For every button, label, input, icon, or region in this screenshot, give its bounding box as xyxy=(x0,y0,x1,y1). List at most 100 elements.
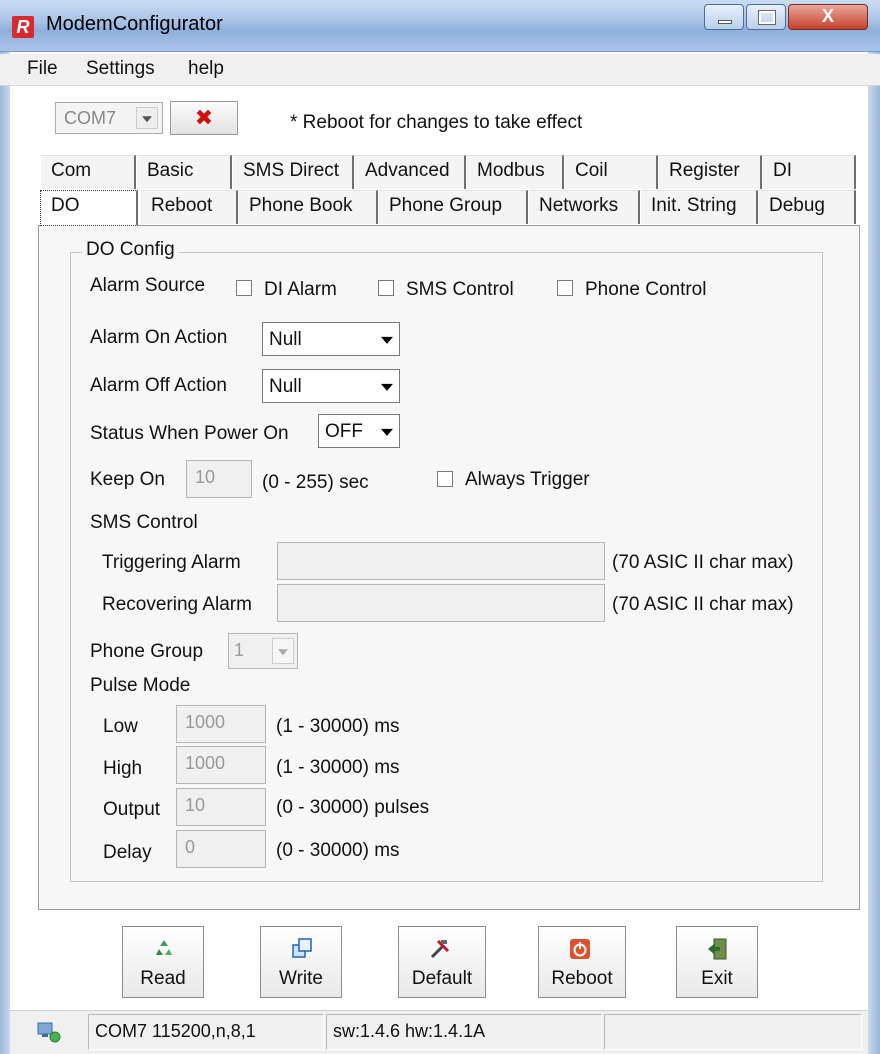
phone-group-select[interactable]: 1 xyxy=(228,633,298,669)
pulse-delay-range: (0 - 30000) ms xyxy=(276,840,400,861)
tools-icon xyxy=(430,939,450,959)
tab-reboot[interactable]: Reboot xyxy=(140,190,238,224)
pulse-low-label: Low xyxy=(103,716,138,737)
pulse-high-input[interactable]: 1000 xyxy=(176,746,266,784)
read-label: Read xyxy=(140,968,186,989)
recovering-alarm-label: Recovering Alarm xyxy=(102,594,252,615)
default-label: Default xyxy=(411,968,473,989)
tab-advanced[interactable]: Advanced xyxy=(354,155,466,189)
window-title: ModemConfigurator xyxy=(46,13,223,35)
disconnect-button[interactable]: ✖ xyxy=(170,101,238,135)
phone-control-label: Phone Control xyxy=(585,279,707,300)
app-logo-icon: R xyxy=(12,16,34,38)
pulse-high-value: 1000 xyxy=(185,753,226,773)
close-icon: X xyxy=(821,6,834,26)
tab-sms-direct[interactable]: SMS Direct xyxy=(232,155,354,189)
power-icon xyxy=(570,939,590,959)
triggering-alarm-input[interactable] xyxy=(277,542,605,580)
pulse-output-label: Output xyxy=(103,799,161,820)
recovering-alarm-input[interactable] xyxy=(277,584,605,622)
chevron-down-icon xyxy=(377,326,397,352)
pulse-low-value: 1000 xyxy=(185,712,226,732)
minimize-button[interactable] xyxy=(704,4,744,30)
sms-control-checkbox[interactable] xyxy=(378,280,394,296)
keep-on-label: Keep On xyxy=(90,469,165,490)
pulse-output-value: 10 xyxy=(185,795,206,815)
phone-group-label: Phone Group xyxy=(90,641,204,662)
tab-modbus[interactable]: Modbus xyxy=(466,155,564,189)
com-port-value: COM7 xyxy=(64,108,117,128)
pulse-high-label: High xyxy=(103,758,143,779)
close-icon: ✖ xyxy=(194,105,214,130)
extra-status xyxy=(604,1014,862,1050)
minimize-icon xyxy=(718,20,732,24)
pulse-low-range: (1 - 30000) ms xyxy=(276,716,400,737)
tab-di[interactable]: DI xyxy=(762,155,856,189)
tab-coil[interactable]: Coil xyxy=(564,155,658,189)
menu-settings[interactable]: Settings xyxy=(86,58,155,80)
di-alarm-label: DI Alarm xyxy=(264,279,337,300)
triggering-alarm-hint: (70 ASIC II char max) xyxy=(612,552,794,573)
exit-button[interactable]: Exit xyxy=(676,926,758,998)
recycle-icon xyxy=(156,940,172,955)
recovering-alarm-hint: (70 ASIC II char max) xyxy=(612,594,794,615)
pulse-mode-label: Pulse Mode xyxy=(90,675,191,696)
menu-help[interactable]: help xyxy=(188,58,224,80)
exit-label: Exit xyxy=(701,968,733,989)
reboot-button[interactable]: Reboot xyxy=(538,926,626,998)
alarm-on-action-value: Null xyxy=(269,329,302,350)
alarm-off-action-select[interactable]: Null xyxy=(262,369,400,403)
pulse-output-input[interactable]: 10 xyxy=(176,788,266,826)
status-power-on-value: OFF xyxy=(325,421,363,442)
tab-debug[interactable]: Debug xyxy=(758,190,856,224)
keep-on-value: 10 xyxy=(195,467,216,487)
triggering-alarm-label: Triggering Alarm xyxy=(102,552,241,573)
read-button[interactable]: Read xyxy=(122,926,204,998)
pulse-high-range: (1 - 30000) ms xyxy=(276,757,400,778)
connection-status: COM7 115200,n,8,1 xyxy=(88,1014,324,1050)
chevron-down-icon xyxy=(377,418,397,444)
sms-control-label: SMS Control xyxy=(406,279,514,300)
phone-control-checkbox[interactable] xyxy=(557,280,573,296)
tab-init-string[interactable]: Init. String xyxy=(640,190,758,224)
menu-file[interactable]: File xyxy=(27,58,58,80)
keep-on-range: (0 - 255) sec xyxy=(262,472,369,493)
tab-register[interactable]: Register xyxy=(658,155,762,189)
version-status: sw:1.4.6 hw:1.4.1A xyxy=(326,1014,602,1050)
alarm-on-action-label: Alarm On Action xyxy=(90,327,228,348)
always-trigger-checkbox[interactable] xyxy=(437,471,453,487)
chevron-down-icon xyxy=(136,107,158,129)
write-button[interactable]: Write xyxy=(260,926,342,998)
tab-com[interactable]: Com xyxy=(40,155,136,189)
pulse-delay-label: Delay xyxy=(103,842,152,863)
do-config-title: DO Config xyxy=(82,239,179,261)
maximize-icon xyxy=(758,10,776,25)
network-status-icon xyxy=(36,1020,62,1044)
tab-do[interactable]: DO xyxy=(40,190,138,226)
maximize-button[interactable] xyxy=(746,4,786,30)
sms-control-section-label: SMS Control xyxy=(90,512,198,533)
write-icon xyxy=(292,938,312,958)
pulse-delay-input[interactable]: 0 xyxy=(176,830,266,868)
tab-basic[interactable]: Basic xyxy=(136,155,232,189)
default-button[interactable]: Default xyxy=(398,926,486,998)
tab-phone-book[interactable]: Phone Book xyxy=(238,190,378,224)
status-power-on-label: Status When Power On xyxy=(90,423,289,444)
pulse-low-input[interactable]: 1000 xyxy=(176,705,266,743)
chevron-down-icon xyxy=(377,373,397,399)
window-border-left xyxy=(0,52,10,1054)
reboot-note: * Reboot for changes to take effect xyxy=(290,112,583,133)
keep-on-input[interactable]: 10 xyxy=(186,460,252,498)
close-button[interactable]: X xyxy=(788,4,868,30)
com-port-select[interactable]: COM7 xyxy=(55,102,163,134)
phone-group-value: 1 xyxy=(234,640,245,660)
exit-door-icon xyxy=(708,938,727,960)
di-alarm-checkbox[interactable] xyxy=(236,280,252,296)
always-trigger-label: Always Trigger xyxy=(465,469,590,490)
tab-phone-group[interactable]: Phone Group xyxy=(378,190,528,224)
alarm-off-action-value: Null xyxy=(269,376,302,397)
tab-networks[interactable]: Networks xyxy=(528,190,640,224)
status-power-on-select[interactable]: OFF xyxy=(318,414,400,448)
alarm-on-action-select[interactable]: Null xyxy=(262,322,400,356)
window-border-right xyxy=(868,52,880,1054)
